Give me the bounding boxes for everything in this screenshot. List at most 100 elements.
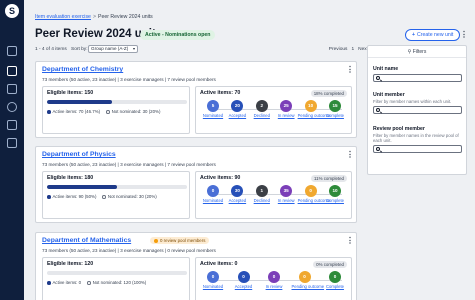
stage-count: 0 (298, 271, 311, 283)
stage-count: 0 (207, 185, 219, 197)
stage-count: 10 (329, 185, 341, 197)
stage-item: 0 Pending outcome (298, 185, 331, 204)
eligible-items-title: Eligible items: 150 (47, 90, 94, 96)
breadcrumb: Item evaluation exercise > Peer Review 202… (35, 14, 153, 20)
stage-item: 0 Nominated (200, 185, 226, 204)
filter-label: Review pool member (373, 126, 425, 132)
unit-more-icon[interactable]: ⋮ (346, 237, 354, 245)
eligible-legend: Active items: 70 (46.7%) Not nominated: 3… (47, 109, 160, 114)
pagination: Previous 1 Next (329, 47, 368, 52)
stage-count: 15 (329, 100, 341, 112)
grid-icon[interactable] (7, 84, 17, 94)
create-unit-button[interactable]: + Create new unit (405, 29, 461, 41)
eligible-items-title: Eligible items: 180 (47, 175, 94, 181)
unit-member-search-field[interactable] (373, 106, 462, 115)
wrench-icon[interactable] (7, 138, 17, 148)
stage-label-link[interactable]: Accepted (224, 113, 250, 119)
list-toolbar: 1 - 4 of 4 items Sort by: Group name (A-… (35, 45, 368, 55)
stage-item: 10 Complete (322, 185, 348, 204)
prev-page-link[interactable]: Previous (329, 47, 348, 52)
filter-title: Filters (412, 49, 427, 55)
sort-value: Group name (A-Z) (91, 46, 129, 51)
stage-label-link[interactable]: Declined (249, 198, 275, 204)
unit-name-input[interactable] (383, 75, 459, 81)
active-items-title: Active items: 0 (200, 261, 238, 267)
active-items-title: Active items: 70 (200, 90, 241, 96)
eligible-legend: Active items: 90 (50%) Not nominated: 30 … (47, 194, 157, 199)
stage-count: 0 (207, 271, 219, 283)
review-pool-search-field[interactable] (373, 145, 462, 154)
eligible-progress-bar (47, 100, 187, 104)
stage-count: 0 (237, 271, 250, 283)
stage-count: 20 (231, 100, 244, 112)
review-pool-input[interactable] (383, 146, 459, 153)
page-number[interactable]: 1 (351, 47, 354, 52)
stage-label-link[interactable]: In review (273, 198, 299, 204)
eligible-progress-fill (47, 100, 113, 104)
unit-card: Department of Mathematics 0 review pool … (35, 232, 357, 300)
help-icon[interactable] (7, 102, 17, 112)
stage-item: 0 Nominated (200, 271, 226, 290)
filter-review-pool: Review pool member Filter by member name… (373, 126, 462, 154)
breadcrumb-parent-link[interactable]: Item evaluation exercise (35, 14, 91, 20)
stage-count: 0 (304, 185, 317, 197)
eligible-progress-bar (47, 271, 187, 275)
stage-label-link[interactable]: Nominated (200, 198, 226, 204)
stage-count: 35 (280, 185, 293, 197)
unit-member-input[interactable] (383, 107, 459, 114)
unit-name-link[interactable]: Department of Physics (42, 151, 116, 158)
folder-icon[interactable] (7, 66, 17, 76)
legend-not-nominated-dot (87, 281, 91, 285)
filter-help: Filter by member names within each unit. (373, 99, 452, 104)
stage-label-link[interactable]: In review (261, 284, 287, 290)
stage-item: 30 Accepted (224, 185, 250, 204)
legend-not-nominated-dot (102, 195, 106, 199)
unit-card: Department of Physics ⋮ 73 members (50 a… (35, 146, 357, 223)
eligible-items-panel: Eligible items: 120 Active items: 0 Not n… (42, 257, 190, 300)
unit-name-link[interactable]: Department of Chemistry (42, 66, 123, 73)
active-items-panel: Active items: 70 18% completed 5 Nominate… (195, 86, 352, 134)
stage-count: 1 (255, 185, 268, 197)
unit-name-link[interactable]: Department of Mathematics (42, 237, 131, 244)
review-pool-warning-badge: 0 review pool members (150, 237, 210, 244)
legend-active-text: Active items: 0 (52, 280, 82, 285)
stage-label-link[interactable]: Nominated (200, 284, 226, 290)
status-badge: Active - Nominations open (140, 30, 216, 40)
stage-label-link[interactable]: Nominated (200, 113, 226, 119)
stage-count: 0 (329, 271, 341, 283)
filter-header[interactable]: ⚲ Filters (368, 46, 466, 58)
home-icon[interactable] (7, 46, 17, 56)
create-unit-label: Create new unit (417, 32, 454, 38)
stage-label-link[interactable]: Pending outcome (298, 113, 331, 119)
filter-unit-member: Unit member Filter by member names withi… (373, 92, 462, 115)
sort-select[interactable]: Group name (A-Z) ▾ (88, 45, 138, 53)
book-icon[interactable] (7, 120, 17, 130)
legend-active-dot (47, 195, 51, 199)
eligible-legend: Active items: 0 Not nominated: 120 (100%) (47, 280, 146, 285)
stage-item: 15 Complete (322, 100, 348, 119)
stage-count: 25 (280, 100, 293, 112)
stage-label-link[interactable]: Pending outcome (298, 198, 331, 204)
active-items-panel: Active items: 90 11% completed 0 Nominate… (195, 171, 352, 219)
legend-active-dot (47, 281, 51, 285)
stage-label-link[interactable]: Complete (322, 198, 348, 204)
unit-members-summary: 73 members (50 active, 23 inactive) | 3 … (42, 77, 216, 82)
stage-label-link[interactable]: Accepted (231, 284, 257, 290)
stage-label-link[interactable]: Complete (322, 284, 348, 290)
stage-count: 0 (268, 271, 280, 283)
stage-count: 30 (231, 185, 244, 197)
unit-name-search-field[interactable] (373, 74, 462, 82)
eligible-progress-bar (47, 185, 187, 189)
legend-active-text: Active items: 70 (46.7%) (52, 109, 101, 114)
stage-label-link[interactable]: Complete (322, 113, 348, 119)
unit-more-icon[interactable]: ⋮ (346, 66, 354, 74)
page-more-icon[interactable]: ⋮ (460, 31, 468, 39)
unit-more-icon[interactable]: ⋮ (346, 151, 354, 159)
stage-item: 0 Accepted (231, 271, 257, 290)
stage-label-link[interactable]: Declined (249, 113, 275, 119)
stage-label-link[interactable]: Accepted (224, 198, 250, 204)
unit-members-summary: 73 members (50 active, 23 inactive) | 3 … (42, 162, 216, 167)
active-items-title: Active items: 90 (200, 175, 241, 181)
stage-label-link[interactable]: In review (273, 113, 299, 119)
stage-label-link[interactable]: Pending outcome (292, 284, 325, 290)
